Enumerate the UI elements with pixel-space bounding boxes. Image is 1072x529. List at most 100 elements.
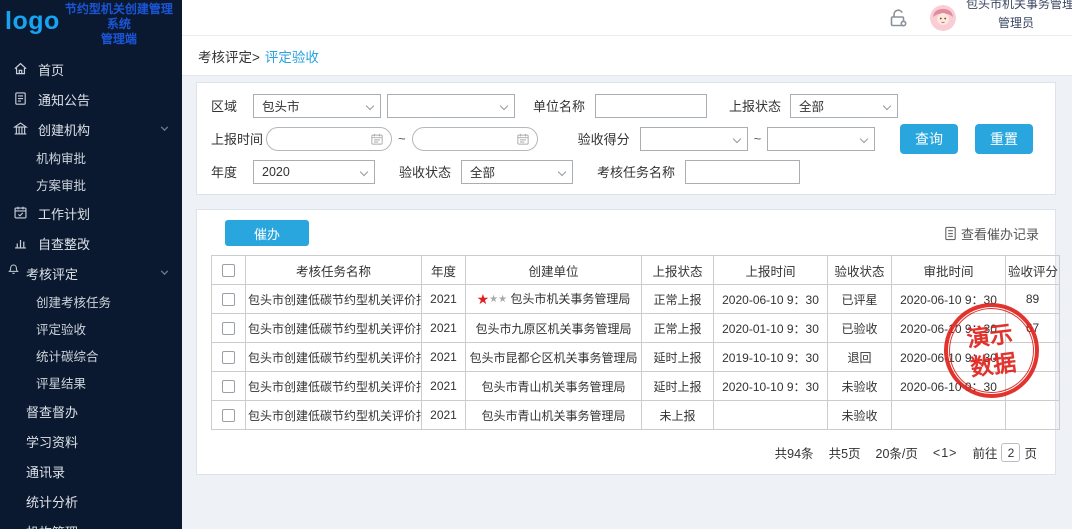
- reset-button[interactable]: 重置: [975, 124, 1033, 154]
- user-org-name: 包头市机关事务管理局: [966, 0, 1066, 12]
- sidebar-item-10[interactable]: 机构管理: [0, 516, 182, 529]
- sidebar-subitem[interactable]: 方案审批: [0, 171, 182, 198]
- sidebar-item-7[interactable]: 学习资料: [0, 426, 182, 456]
- sidebar-item-2[interactable]: 创建机构: [0, 114, 182, 144]
- table-panel: 催办 查看催办记录 考核任务名称 年度 创建单位 上报状态: [196, 209, 1056, 475]
- sidebar-item-label: 考核评定: [26, 264, 78, 283]
- query-button[interactable]: 查询: [900, 124, 958, 154]
- sidebar-item-8[interactable]: 通讯录: [0, 456, 182, 486]
- sidebar-item-9[interactable]: 统计分析: [0, 486, 182, 516]
- chevron-down-icon: [159, 266, 170, 281]
- sidebar-item-0[interactable]: 首页: [0, 54, 182, 84]
- pagination-nav[interactable]: <1>: [933, 446, 958, 460]
- pagination-pages: 共5页: [829, 443, 861, 462]
- year-select-value: 2020: [262, 165, 290, 179]
- sidebar-item-3[interactable]: 工作计划: [0, 198, 182, 228]
- chevron-down-icon: [883, 101, 891, 109]
- cell-report-time: 2020-10-10 9：30: [714, 372, 828, 401]
- task-name-input[interactable]: [685, 160, 800, 184]
- pagination-per-page[interactable]: 20条/页: [876, 443, 918, 462]
- report-time-label: 上报时间: [211, 129, 266, 148]
- cell-approve-time: [892, 401, 1006, 430]
- document-icon: [943, 226, 958, 241]
- region-select-value: 包头市: [262, 96, 300, 115]
- sidebar-item-1[interactable]: 通知公告: [0, 84, 182, 114]
- breadcrumb-parent[interactable]: 考核评定>: [198, 46, 260, 66]
- row-checkbox[interactable]: [222, 322, 235, 335]
- sidebar-item-4[interactable]: 自查整改: [0, 228, 182, 258]
- score-label: 验收得分: [578, 129, 630, 148]
- report-time-from-input[interactable]: [266, 127, 392, 151]
- row-checkbox[interactable]: [222, 409, 235, 422]
- sidebar-subitem[interactable]: 统计碳综合: [0, 342, 182, 369]
- cell-task-name: 包头市创建低碳节约型机关评价指标: [246, 285, 422, 314]
- score-from-select[interactable]: [640, 127, 748, 151]
- view-urge-records-label: 查看催办记录: [961, 224, 1039, 243]
- region-label: 区域: [211, 96, 253, 115]
- cell-create-unit: 包头市青山机关事务管理局: [466, 401, 642, 430]
- row-checkbox[interactable]: [222, 380, 235, 393]
- select-all-checkbox[interactable]: [222, 264, 235, 277]
- sidebar-item-label: 自查整改: [38, 234, 90, 253]
- calendar-icon: [517, 133, 529, 145]
- urge-button[interactable]: 催办: [225, 220, 309, 246]
- lock-settings-icon[interactable]: [886, 6, 910, 30]
- sidebar-menu: 首页通知公告创建机构机构审批方案审批工作计划自查整改考核评定创建考核任务评定验收…: [0, 44, 182, 529]
- sidebar-subitem[interactable]: 评定验收: [0, 315, 182, 342]
- chevron-down-icon: [860, 134, 868, 142]
- cell-create-unit: ★★★ 包头市机关事务管理局: [466, 285, 642, 314]
- sidebar-subitem[interactable]: 机构审批: [0, 144, 182, 171]
- cell-report-time: 2020-01-10 9：30: [714, 314, 828, 343]
- region-select[interactable]: 包头市: [253, 94, 381, 118]
- cell-task-name: 包头市创建低碳节约型机关评价指标: [246, 314, 422, 343]
- chevron-down-icon: [159, 122, 170, 137]
- calendar-icon: [371, 133, 383, 145]
- cell-accept-status: 未验收: [828, 401, 892, 430]
- logo: logo: [5, 4, 60, 44]
- unit-name-input[interactable]: [595, 94, 707, 118]
- app-title-line1: 节约型机关创建管理系统: [60, 2, 178, 32]
- user-avatar[interactable]: [930, 5, 956, 31]
- sidebar-item-label: 通知公告: [38, 90, 90, 109]
- accept-status-select[interactable]: 全部: [461, 160, 573, 184]
- goto-page-input[interactable]: 2: [1001, 443, 1020, 462]
- sidebar-subitem[interactable]: 评星结果: [0, 369, 182, 396]
- accept-status-value: 全部: [470, 162, 495, 181]
- year-select[interactable]: 2020: [253, 160, 375, 184]
- report-time-to-input[interactable]: [412, 127, 538, 151]
- col-create-unit: 创建单位: [466, 256, 642, 285]
- cell-accept-status: 已评星: [828, 285, 892, 314]
- star-icon: ★: [477, 291, 490, 307]
- pagination-goto: 前往 2 页: [972, 443, 1037, 462]
- cell-year: 2021: [422, 372, 466, 401]
- row-checkbox[interactable]: [222, 293, 235, 306]
- sidebar-item-5[interactable]: 考核评定: [0, 258, 182, 288]
- row-select-cell: [212, 285, 246, 314]
- plan-icon: [13, 205, 29, 221]
- star-icon: ★★: [489, 294, 507, 305]
- user-info[interactable]: 包头市机关事务管理局 管理员: [966, 0, 1066, 31]
- org-icon: [13, 121, 29, 137]
- assessment-table: 考核任务名称 年度 创建单位 上报状态 上报时间 验收状态 审批时间 验收评分 …: [211, 255, 1060, 430]
- unit-name-label: 单位名称: [533, 96, 585, 115]
- score-to-select[interactable]: [767, 127, 875, 151]
- report-status-select[interactable]: 全部: [790, 94, 898, 118]
- bell-icon: [7, 263, 20, 281]
- table-row-1: 包头市创建低碳节约型机关评价指标2021包头市九原区机关事务管理局正常上报202…: [212, 314, 1060, 343]
- report-status-label: 上报状态: [729, 96, 781, 115]
- sidebar-item-6[interactable]: 督查督办: [0, 396, 182, 426]
- cell-score: 89: [1006, 285, 1060, 314]
- sidebar-subitem[interactable]: 创建考核任务: [0, 288, 182, 315]
- region2-select[interactable]: [387, 94, 515, 118]
- col-year: 年度: [422, 256, 466, 285]
- sidebar-item-label: 学习资料: [26, 432, 78, 451]
- row-checkbox[interactable]: [222, 351, 235, 364]
- top-header: 包头市机关事务管理局 管理员: [182, 0, 1072, 36]
- content-area: 区域 包头市 单位名称 上报状态 全部 上报时间 ~: [182, 76, 1072, 529]
- cell-report-status: 正常上报: [642, 285, 714, 314]
- view-urge-records-link[interactable]: 查看催办记录: [943, 224, 1041, 243]
- cell-report-time: [714, 401, 828, 430]
- select-all-cell: [212, 256, 246, 285]
- cell-accept-status: 未验收: [828, 372, 892, 401]
- cell-score: 67: [1006, 314, 1060, 343]
